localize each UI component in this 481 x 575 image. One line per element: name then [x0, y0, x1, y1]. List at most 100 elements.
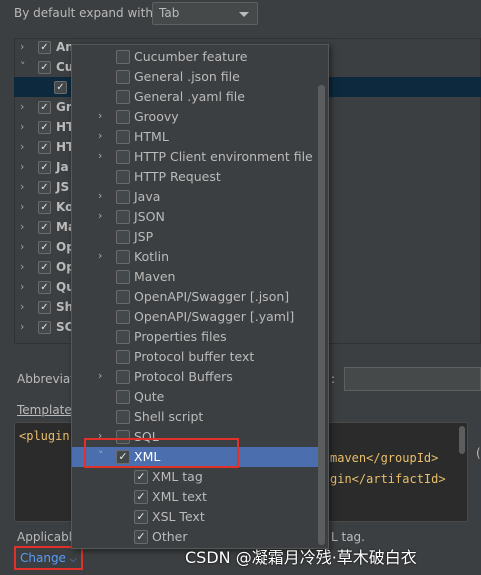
chevron-right-icon[interactable]: › — [20, 180, 24, 193]
context-checkbox[interactable] — [116, 150, 130, 164]
context-item[interactable]: General .json file — [72, 67, 322, 87]
context-item[interactable]: Shell script — [72, 407, 322, 427]
context-item[interactable]: ✓ XML text — [72, 487, 322, 507]
context-checkbox[interactable] — [116, 290, 130, 304]
context-item[interactable]: OpenAPI/Swagger [.yaml] — [72, 307, 322, 327]
tree-checkbox[interactable]: ✓ — [38, 101, 51, 114]
context-popup[interactable]: Cucumber feature General .json file Genera… — [71, 44, 329, 549]
tree-checkbox[interactable]: ✓ — [38, 141, 51, 154]
chevron-right-icon[interactable]: › — [20, 220, 24, 233]
chevron-down-icon[interactable]: ˅ — [20, 60, 26, 73]
chevron-right-icon[interactable]: › — [98, 209, 102, 222]
context-item[interactable]: › Protocol Buffers — [72, 367, 322, 387]
context-checkbox[interactable] — [116, 190, 130, 204]
context-item[interactable]: › Kotlin — [72, 247, 322, 267]
context-item[interactable]: › HTTP Client environment file — [72, 147, 322, 167]
context-item[interactable]: Properties files — [72, 327, 322, 347]
tree-checkbox[interactable]: ✓ — [38, 301, 51, 314]
context-checkbox[interactable]: ✓ — [134, 470, 148, 484]
context-item[interactable]: Cucumber feature — [72, 47, 322, 67]
tree-checkbox[interactable]: ✓ — [38, 221, 51, 234]
editor-scrollbar[interactable] — [459, 426, 465, 454]
context-item-label: Cucumber feature — [134, 49, 248, 64]
tree-checkbox[interactable]: ✓ — [38, 261, 51, 274]
change-button[interactable]: Change ⌵ — [14, 546, 83, 570]
chevron-right-icon[interactable]: › — [98, 249, 102, 262]
context-item[interactable]: General .yaml file — [72, 87, 322, 107]
expand-label: By default expand with — [14, 6, 153, 20]
context-item-label: Protocol Buffers — [134, 369, 233, 384]
context-checkbox[interactable] — [116, 390, 130, 404]
context-item[interactable]: Protocol buffer text — [72, 347, 322, 367]
context-item-label: General .yaml file — [134, 89, 245, 104]
context-item[interactable]: JSP — [72, 227, 322, 247]
chevron-right-icon[interactable]: › — [20, 200, 24, 213]
context-checkbox[interactable] — [116, 210, 130, 224]
context-checkbox[interactable] — [116, 50, 130, 64]
tree-checkbox[interactable]: ✓ — [38, 321, 51, 334]
context-item[interactable]: Maven — [72, 267, 322, 287]
chevron-right-icon[interactable]: › — [20, 240, 24, 253]
chevron-right-icon[interactable]: › — [20, 100, 24, 113]
abbreviation-label: Abbreviati — [17, 372, 79, 386]
chevron-right-icon[interactable]: › — [98, 109, 102, 122]
xml-highlight-box — [84, 438, 239, 468]
context-checkbox[interactable] — [116, 410, 130, 424]
context-checkbox[interactable]: ✓ — [134, 510, 148, 524]
context-checkbox[interactable] — [116, 270, 130, 284]
context-checkbox[interactable] — [116, 110, 130, 124]
context-item-label: HTTP Client environment file — [134, 149, 313, 164]
chevron-right-icon[interactable]: › — [20, 120, 24, 133]
context-item[interactable]: ✓ XSL Text — [72, 507, 322, 527]
tree-checkbox[interactable]: ✓ — [38, 41, 51, 54]
chevron-right-icon[interactable]: › — [20, 280, 24, 293]
context-item-label: Qute — [134, 389, 165, 404]
context-checkbox[interactable] — [116, 130, 130, 144]
applicable-label: Applicabl — [17, 530, 73, 544]
context-checkbox[interactable]: ✓ — [134, 490, 148, 504]
chevron-right-icon[interactable]: › — [98, 369, 102, 382]
tree-checkbox[interactable]: ✓ — [38, 161, 51, 174]
context-checkbox[interactable] — [116, 350, 130, 364]
context-item[interactable]: › Java — [72, 187, 322, 207]
context-item[interactable]: OpenAPI/Swagger [.json] — [72, 287, 322, 307]
context-checkbox[interactable]: ✓ — [134, 530, 148, 544]
context-item-label: Groovy — [134, 109, 179, 124]
context-checkbox[interactable] — [116, 250, 130, 264]
tree-checkbox[interactable]: ✓ — [38, 281, 51, 294]
context-checkbox[interactable] — [116, 90, 130, 104]
context-item[interactable]: › Groovy — [72, 107, 322, 127]
chevron-right-icon[interactable]: › — [20, 320, 24, 333]
tree-checkbox[interactable]: ✓ — [38, 61, 51, 74]
tree-checkbox[interactable]: ✓ — [38, 241, 51, 254]
context-item-label: JSON — [134, 209, 165, 224]
tree-checkbox[interactable]: ✓ — [54, 81, 67, 94]
chevron-right-icon[interactable]: › — [20, 260, 24, 273]
popup-scrollbar[interactable] — [318, 85, 325, 545]
chevron-right-icon[interactable]: › — [98, 189, 102, 202]
context-checkbox[interactable] — [116, 170, 130, 184]
chevron-right-icon[interactable]: › — [20, 300, 24, 313]
tree-checkbox[interactable]: ✓ — [38, 181, 51, 194]
context-item[interactable]: › HTML — [72, 127, 322, 147]
context-item[interactable]: Qute — [72, 387, 322, 407]
chevron-right-icon[interactable]: › — [20, 140, 24, 153]
context-item[interactable]: ✓ XML tag — [72, 467, 322, 487]
context-item-label: XSL Text — [152, 509, 205, 524]
chevron-right-icon[interactable]: › — [98, 149, 102, 162]
tree-checkbox[interactable]: ✓ — [38, 201, 51, 214]
context-checkbox[interactable] — [116, 70, 130, 84]
context-checkbox[interactable] — [116, 330, 130, 344]
chevron-right-icon[interactable]: › — [20, 160, 24, 173]
context-checkbox[interactable] — [116, 370, 130, 384]
context-item[interactable]: › JSON — [72, 207, 322, 227]
chevron-right-icon[interactable]: › — [98, 129, 102, 142]
context-item[interactable]: HTTP Request — [72, 167, 322, 187]
abbreviation-colon: : — [331, 372, 336, 386]
description-input[interactable] — [344, 367, 481, 391]
context-checkbox[interactable] — [116, 230, 130, 244]
chevron-right-icon[interactable]: › — [20, 40, 24, 53]
tree-checkbox[interactable]: ✓ — [38, 121, 51, 134]
expand-select[interactable]: Tab — [152, 2, 258, 25]
context-checkbox[interactable] — [116, 310, 130, 324]
